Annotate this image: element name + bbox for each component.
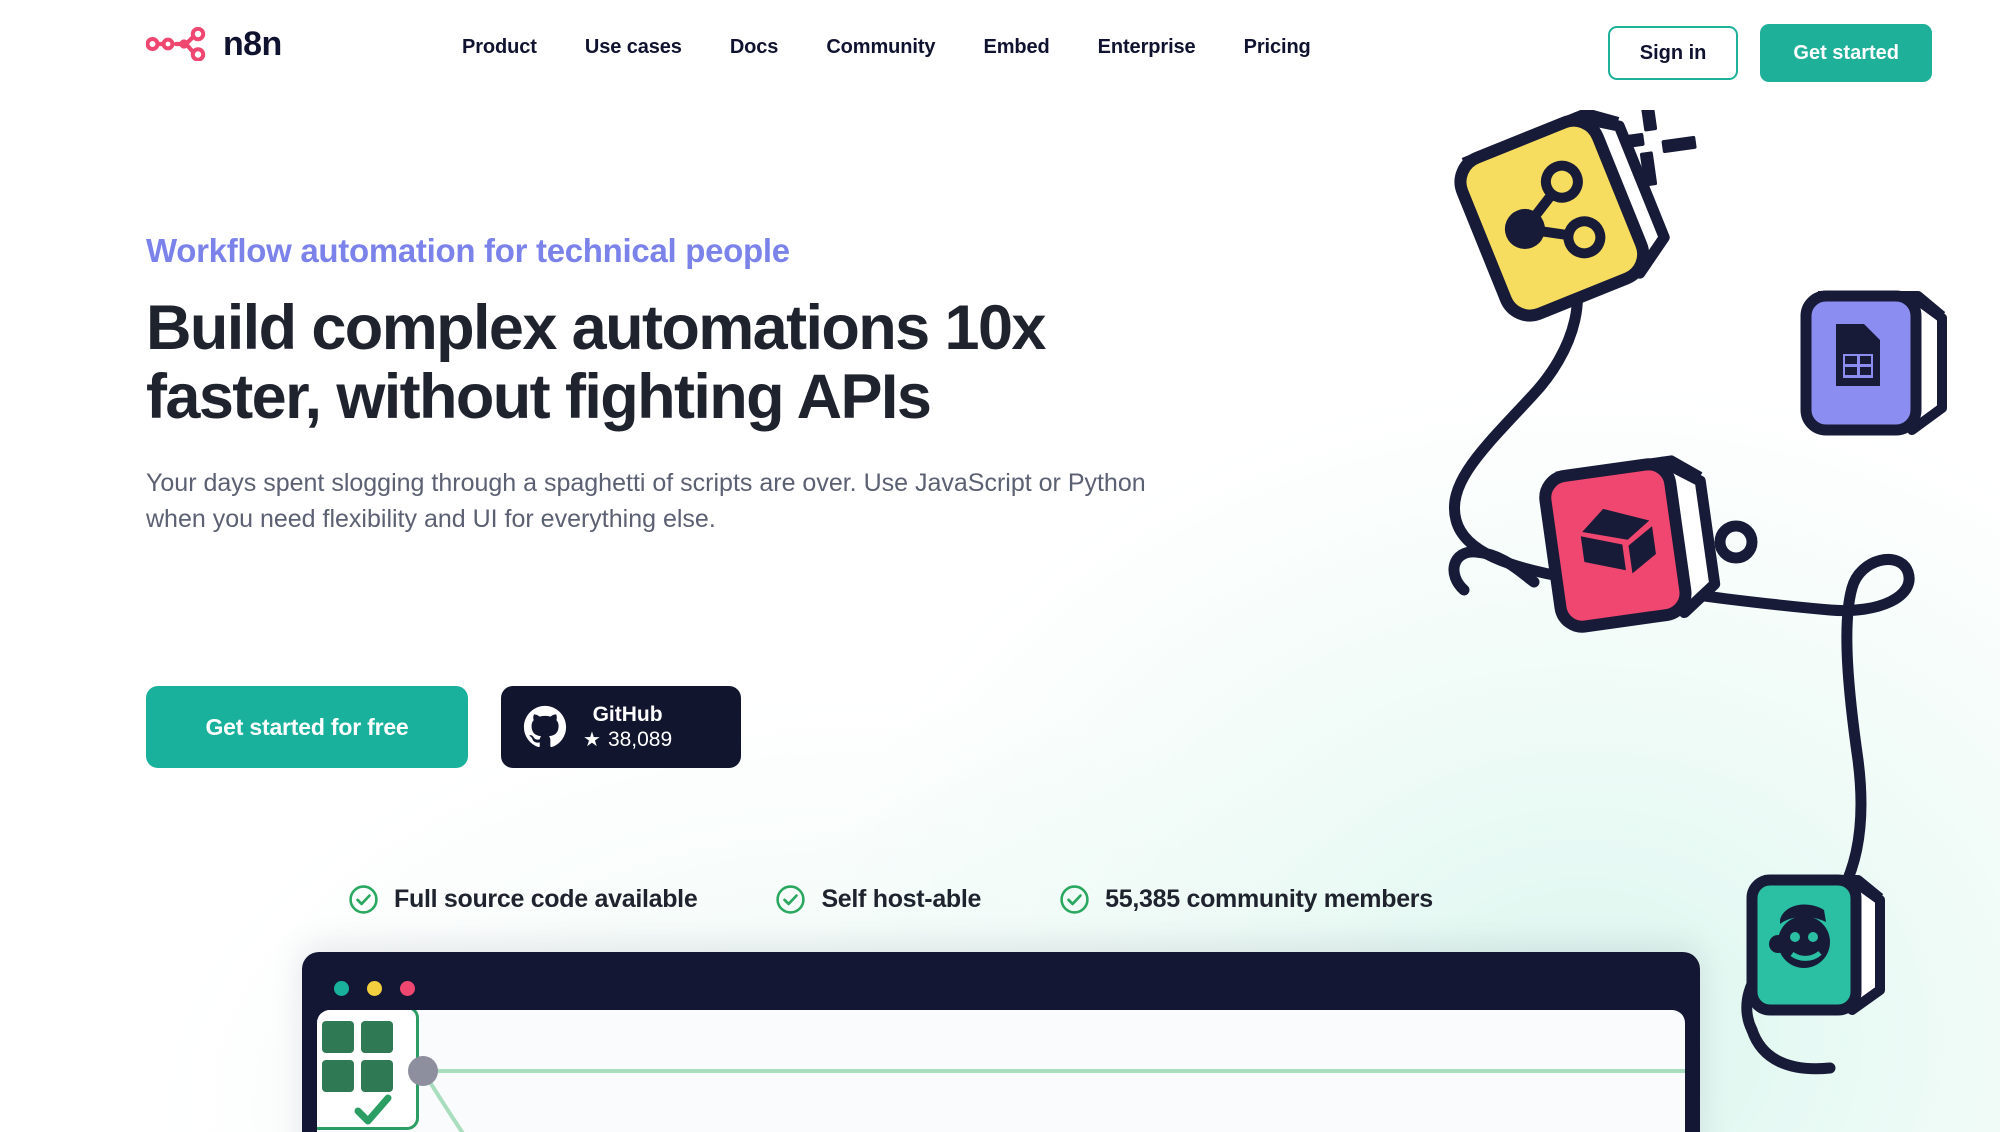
node-teal-mailchimp (1746, 874, 1885, 1016)
github-icon (523, 705, 567, 749)
connector-dot-icon[interactable] (408, 1056, 438, 1086)
hero-headline: Build complex automations 10x faster, wi… (146, 293, 1046, 432)
github-stars-button[interactable]: GitHub ★ 38,089 (501, 686, 741, 768)
primary-navigation: Product Use cases Docs Community Embed E… (462, 30, 1335, 65)
header-actions: Sign in Get started (1607, 24, 1932, 82)
badge-community-members: 55,385 community members (1059, 884, 1433, 915)
workflow-canvas[interactable] (317, 1010, 1685, 1132)
nav-item-pricing[interactable]: Pricing (1220, 30, 1335, 65)
github-button-labels: GitHub ★ 38,089 (583, 703, 672, 751)
hero-subtext: Your days spent slogging through a spagh… (146, 469, 1146, 534)
node-purple-spreadsheet (1800, 290, 1947, 436)
node-pink-box (1539, 455, 1721, 633)
window-traffic-lights (334, 981, 415, 996)
github-label: GitHub (592, 702, 663, 726)
traffic-light-teal-dot[interactable] (334, 981, 349, 996)
sign-in-button[interactable]: Sign in (1607, 26, 1739, 80)
n8n-node-graph-logo-icon (145, 26, 212, 62)
check-circle-icon (1059, 884, 1090, 915)
get-started-for-free-button[interactable]: Get started for free (146, 686, 468, 768)
workflow-node-card[interactable] (317, 1010, 419, 1130)
get-started-button[interactable]: Get started (1760, 24, 1932, 82)
hero-cta-row: Get started for free GitHub ★ 38,089 (146, 686, 741, 768)
check-circle-icon (775, 884, 806, 915)
workflow-connection-curve (421, 1069, 465, 1132)
badge-self-hostable: Self host-able (775, 884, 981, 915)
badge-label: Self host-able (821, 885, 982, 913)
nav-item-embed[interactable]: Embed (959, 30, 1073, 65)
feature-badges: Full source code available Self host-abl… (348, 884, 1433, 915)
small-ring-icon (1714, 520, 1758, 564)
workflow-editor-preview (302, 952, 1700, 1132)
hero-section: Workflow automation for technical people… (146, 232, 1206, 537)
check-icon (354, 1094, 392, 1125)
traffic-light-yellow-dot[interactable] (367, 981, 382, 996)
brand-logo-link[interactable]: n8n (145, 25, 282, 63)
github-star-count-row: ★ 38,089 (583, 728, 672, 751)
brand-name: n8n (223, 25, 282, 63)
traffic-light-pink-dot[interactable] (400, 981, 415, 996)
badge-label: 55,385 community members (1105, 885, 1433, 913)
sparkle-burst-icon (1609, 96, 1697, 187)
site-header: n8n Product Use cases Docs Community Emb… (0, 0, 2000, 104)
page-root: n8n Product Use cases Docs Community Emb… (0, 0, 2000, 1132)
hero-eyebrow: Workflow automation for technical people (146, 232, 790, 269)
nav-item-enterprise[interactable]: Enterprise (1074, 30, 1220, 65)
nav-item-community[interactable]: Community (802, 30, 959, 65)
badge-full-source-code: Full source code available (348, 884, 698, 915)
nav-item-docs[interactable]: Docs (706, 30, 803, 65)
check-circle-icon (348, 884, 379, 915)
star-icon: ★ (583, 728, 601, 751)
github-star-count: 38,089 (607, 728, 673, 751)
badge-label: Full source code available (394, 885, 698, 913)
grid-squares-icon (322, 1021, 396, 1095)
nav-item-use-cases[interactable]: Use cases (561, 30, 706, 65)
nav-item-product[interactable]: Product (462, 30, 561, 65)
node-yellow-share (1454, 108, 1670, 322)
